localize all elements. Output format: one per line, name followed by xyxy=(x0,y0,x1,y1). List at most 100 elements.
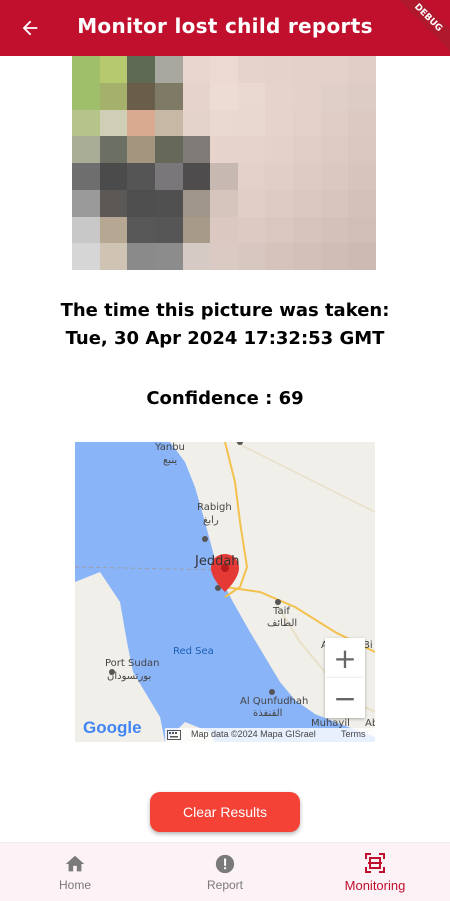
map-label-yanbu: Yanbu xyxy=(155,442,185,453)
map-attribution-bar: Map data ©2024 Mapa GISrael Terms xyxy=(165,728,375,742)
photo-pixel xyxy=(182,189,211,217)
app-bar: Monitor lost child reports DEBUG xyxy=(0,0,450,58)
photo-pixel xyxy=(99,109,128,137)
photo-pixel xyxy=(265,216,294,244)
photo-pixel xyxy=(72,109,100,137)
map-label-jeddah: Jeddah xyxy=(195,554,240,569)
photo-pixel xyxy=(348,56,376,83)
photo-pixel xyxy=(154,56,183,83)
photo-pixel xyxy=(348,136,376,163)
photo-pixel xyxy=(154,163,183,190)
page-title: Monitor lost child reports xyxy=(77,14,373,38)
photo-pixel xyxy=(99,56,128,83)
map-label-rabigh: Rabigh xyxy=(197,502,232,513)
nav-label-report: Report xyxy=(206,877,244,892)
photo-pixel xyxy=(182,56,211,83)
photo-pixel xyxy=(127,56,155,83)
photo-pixel xyxy=(265,56,294,83)
photo-pixel xyxy=(237,243,266,270)
photo-pixel xyxy=(348,216,376,244)
zoom-out-button[interactable]: − xyxy=(325,678,365,718)
photo-pixel xyxy=(348,109,376,137)
photo-pixel xyxy=(154,189,183,217)
time-label: The time this picture was taken: xyxy=(60,300,390,321)
photo-pixel xyxy=(320,189,349,217)
time-value: Tue, 30 Apr 2024 17:32:53 GMT xyxy=(65,328,385,349)
photo-pixel xyxy=(182,136,211,163)
photo-pixel xyxy=(154,243,183,270)
photo-pixel xyxy=(210,56,238,83)
photo-pixel xyxy=(265,189,294,217)
nav-item-home[interactable]: Home xyxy=(0,843,150,901)
photo-pixel xyxy=(72,189,100,217)
photo-pixel xyxy=(182,243,211,270)
photo-pixel xyxy=(127,109,155,137)
google-logo: Google xyxy=(83,718,142,737)
scan-icon xyxy=(365,853,385,873)
photo-pixel xyxy=(127,136,155,163)
photo-pixel xyxy=(265,163,294,190)
map-label-taif-ar: الطائف xyxy=(267,618,298,629)
photo-pixel xyxy=(320,56,349,83)
photo-pixel xyxy=(182,163,211,190)
map-terms-link[interactable]: Terms xyxy=(341,729,366,739)
photo-pixel xyxy=(127,163,155,190)
alert-icon xyxy=(215,854,235,873)
photo-pixel xyxy=(99,136,128,163)
photo-pixel xyxy=(99,82,128,110)
photo-pixel xyxy=(154,216,183,244)
photo-pixel xyxy=(293,163,321,190)
map-label-port-sudan: Port Sudan xyxy=(105,658,160,669)
photo-pixel xyxy=(293,216,321,244)
zoom-in-button[interactable]: + xyxy=(325,638,365,678)
photo-pixel xyxy=(237,216,266,244)
photo-pixel xyxy=(293,82,321,110)
home-icon xyxy=(65,855,85,871)
photo-pixel xyxy=(265,136,294,163)
photo-pixel xyxy=(320,163,349,190)
photo-pixel xyxy=(72,82,100,110)
nav-item-monitoring[interactable]: Monitoring xyxy=(300,843,450,901)
photo-pixel xyxy=(237,109,266,137)
photo-pixel xyxy=(210,109,238,137)
nav-item-report[interactable]: Report xyxy=(150,843,300,901)
confidence-label: Confidence : 69 xyxy=(146,388,304,409)
photo-pixel xyxy=(265,82,294,110)
photo-pixel xyxy=(72,56,100,83)
map-label-al-qunfudhah: Al Qunfudhah xyxy=(240,696,309,707)
photo-pixel xyxy=(293,56,321,83)
photo-pixel xyxy=(154,82,183,110)
photo-pixel xyxy=(72,243,100,270)
photo-pixel xyxy=(210,136,238,163)
photo-pixel xyxy=(348,189,376,217)
map-label-port-sudan-ar: بورتسودان xyxy=(107,671,152,682)
map-label-taif: Taif xyxy=(273,606,290,617)
photo-pixel xyxy=(210,243,238,270)
clear-results-button[interactable]: Clear Results xyxy=(150,792,300,832)
photo-pixel xyxy=(293,189,321,217)
photo-pixel xyxy=(182,82,211,110)
photo-pixel xyxy=(237,56,266,83)
photo-pixel xyxy=(127,189,155,217)
map-attribution: Map data ©2024 Mapa GISrael xyxy=(191,729,316,739)
photo-pixel xyxy=(348,82,376,110)
keyboard-icon[interactable] xyxy=(167,730,181,740)
location-map[interactable]: Yanbu ينبع Rabigh رابغ Jeddah Taif الطائ… xyxy=(75,442,375,742)
photo-pixel xyxy=(210,216,238,244)
photo-pixel xyxy=(182,216,211,244)
map-label-yanbu-ar: ينبع xyxy=(163,455,178,466)
photo-pixel xyxy=(237,136,266,163)
photo-pixel xyxy=(320,243,349,270)
photo-pixel xyxy=(127,243,155,270)
bottom-navigation: Home Report Monitoring xyxy=(0,842,450,901)
photo-pixel xyxy=(210,189,238,217)
photo-pixel xyxy=(154,136,183,163)
photo-pixel xyxy=(72,216,100,244)
photo-pixel xyxy=(72,136,100,163)
photo-pixel xyxy=(293,136,321,163)
photo-pixel xyxy=(265,243,294,270)
photo-pixel xyxy=(237,82,266,110)
photo-pixel xyxy=(127,216,155,244)
photo-pixel xyxy=(320,82,349,110)
photo-pixel xyxy=(99,163,128,190)
